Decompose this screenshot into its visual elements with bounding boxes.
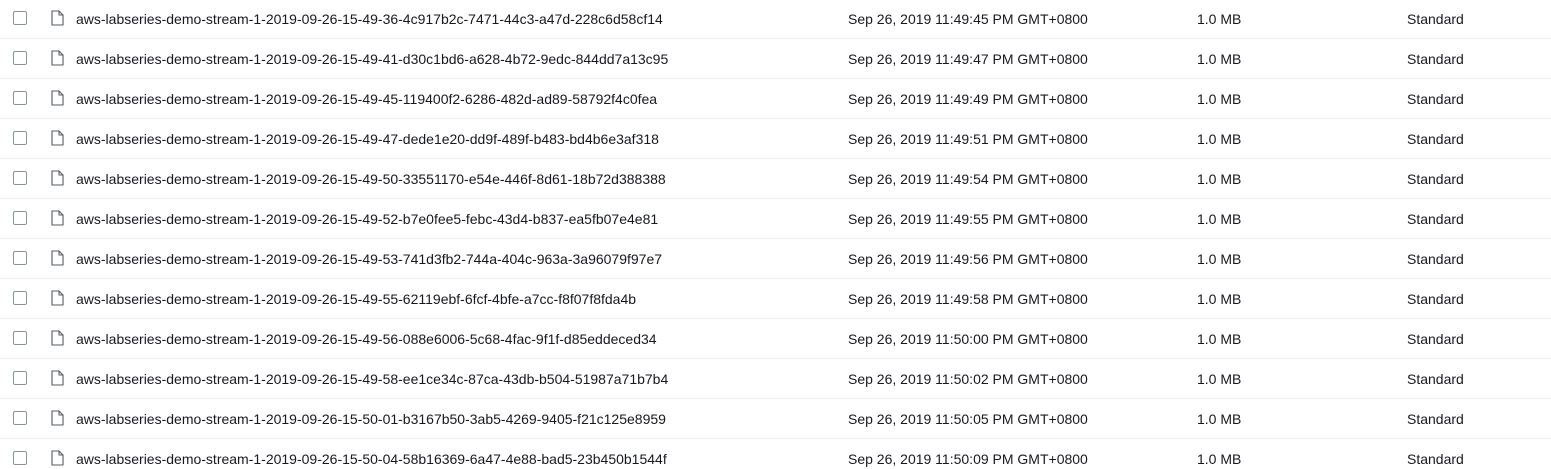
- row-select-checkbox[interactable]: [13, 331, 27, 345]
- row-select-checkbox[interactable]: [13, 171, 27, 185]
- object-name-link[interactable]: aws-labseries-demo-stream-1-2019-09-26-1…: [76, 399, 666, 438]
- storage-class-value: Standard: [1407, 371, 1464, 387]
- row-select-checkbox[interactable]: [13, 371, 27, 385]
- storage-class-value: Standard: [1407, 291, 1464, 307]
- size-value: 1.0 MB: [1197, 11, 1242, 27]
- storage-class-value: Standard: [1407, 171, 1464, 187]
- size-value: 1.0 MB: [1197, 411, 1242, 427]
- table-row[interactable]: aws-labseries-demo-stream-1-2019-09-26-1…: [0, 159, 1551, 199]
- size-value: 1.0 MB: [1197, 171, 1242, 187]
- size-value: 1.0 MB: [1197, 211, 1242, 227]
- last-modified-value: Sep 26, 2019 11:49:49 PM GMT+0800: [848, 91, 1088, 107]
- size-value: 1.0 MB: [1197, 51, 1242, 67]
- object-name-link[interactable]: aws-labseries-demo-stream-1-2019-09-26-1…: [76, 439, 667, 469]
- storage-class-value: Standard: [1407, 251, 1464, 267]
- file-icon: [51, 370, 64, 386]
- object-name-link[interactable]: aws-labseries-demo-stream-1-2019-09-26-1…: [76, 39, 668, 78]
- file-icon: [51, 210, 64, 226]
- last-modified-value: Sep 26, 2019 11:49:56 PM GMT+0800: [848, 251, 1088, 267]
- table-row[interactable]: aws-labseries-demo-stream-1-2019-09-26-1…: [0, 79, 1551, 119]
- storage-class-value: Standard: [1407, 451, 1464, 467]
- file-icon: [51, 290, 64, 306]
- last-modified-value: Sep 26, 2019 11:49:47 PM GMT+0800: [848, 51, 1088, 67]
- object-name-link[interactable]: aws-labseries-demo-stream-1-2019-09-26-1…: [76, 199, 658, 238]
- object-name-link[interactable]: aws-labseries-demo-stream-1-2019-09-26-1…: [76, 79, 657, 118]
- size-value: 1.0 MB: [1197, 291, 1242, 307]
- size-value: 1.0 MB: [1197, 131, 1242, 147]
- object-list-table: aws-labseries-demo-stream-1-2019-09-26-1…: [0, 0, 1551, 469]
- row-select-checkbox[interactable]: [13, 91, 27, 105]
- size-value: 1.0 MB: [1197, 451, 1242, 467]
- table-row[interactable]: aws-labseries-demo-stream-1-2019-09-26-1…: [0, 279, 1551, 319]
- object-name-link[interactable]: aws-labseries-demo-stream-1-2019-09-26-1…: [76, 279, 636, 318]
- storage-class-value: Standard: [1407, 211, 1464, 227]
- table-row[interactable]: aws-labseries-demo-stream-1-2019-09-26-1…: [0, 359, 1551, 399]
- last-modified-value: Sep 26, 2019 11:50:02 PM GMT+0800: [848, 371, 1088, 387]
- size-value: 1.0 MB: [1197, 331, 1242, 347]
- table-row[interactable]: aws-labseries-demo-stream-1-2019-09-26-1…: [0, 399, 1551, 439]
- row-select-checkbox[interactable]: [13, 11, 27, 25]
- file-icon: [51, 90, 64, 106]
- object-name-link[interactable]: aws-labseries-demo-stream-1-2019-09-26-1…: [76, 159, 666, 198]
- row-select-checkbox[interactable]: [13, 51, 27, 65]
- file-icon: [51, 410, 64, 426]
- row-select-checkbox[interactable]: [13, 411, 27, 425]
- table-row[interactable]: aws-labseries-demo-stream-1-2019-09-26-1…: [0, 319, 1551, 359]
- object-name-link[interactable]: aws-labseries-demo-stream-1-2019-09-26-1…: [76, 359, 668, 398]
- last-modified-value: Sep 26, 2019 11:50:09 PM GMT+0800: [848, 451, 1088, 467]
- row-select-checkbox[interactable]: [13, 291, 27, 305]
- last-modified-value: Sep 26, 2019 11:50:00 PM GMT+0800: [848, 331, 1088, 347]
- storage-class-value: Standard: [1407, 51, 1464, 67]
- file-icon: [51, 450, 64, 466]
- file-icon: [51, 250, 64, 266]
- table-row[interactable]: aws-labseries-demo-stream-1-2019-09-26-1…: [0, 0, 1551, 39]
- file-icon: [51, 50, 64, 66]
- last-modified-value: Sep 26, 2019 11:49:51 PM GMT+0800: [848, 131, 1088, 147]
- object-name-link[interactable]: aws-labseries-demo-stream-1-2019-09-26-1…: [76, 239, 662, 278]
- last-modified-value: Sep 26, 2019 11:49:58 PM GMT+0800: [848, 291, 1088, 307]
- storage-class-value: Standard: [1407, 411, 1464, 427]
- row-select-checkbox[interactable]: [13, 211, 27, 225]
- file-icon: [51, 10, 64, 26]
- row-select-checkbox[interactable]: [13, 251, 27, 265]
- table-row[interactable]: aws-labseries-demo-stream-1-2019-09-26-1…: [0, 39, 1551, 79]
- size-value: 1.0 MB: [1197, 91, 1242, 107]
- object-name-link[interactable]: aws-labseries-demo-stream-1-2019-09-26-1…: [76, 119, 659, 158]
- storage-class-value: Standard: [1407, 331, 1464, 347]
- storage-class-value: Standard: [1407, 131, 1464, 147]
- storage-class-value: Standard: [1407, 11, 1464, 27]
- row-select-checkbox[interactable]: [13, 131, 27, 145]
- row-select-checkbox[interactable]: [13, 451, 27, 465]
- table-row[interactable]: aws-labseries-demo-stream-1-2019-09-26-1…: [0, 439, 1551, 469]
- table-row[interactable]: aws-labseries-demo-stream-1-2019-09-26-1…: [0, 199, 1551, 239]
- storage-class-value: Standard: [1407, 91, 1464, 107]
- object-name-link[interactable]: aws-labseries-demo-stream-1-2019-09-26-1…: [76, 0, 663, 38]
- size-value: 1.0 MB: [1197, 371, 1242, 387]
- file-icon: [51, 330, 64, 346]
- last-modified-value: Sep 26, 2019 11:50:05 PM GMT+0800: [848, 411, 1088, 427]
- file-icon: [51, 170, 64, 186]
- file-icon: [51, 130, 64, 146]
- last-modified-value: Sep 26, 2019 11:49:55 PM GMT+0800: [848, 211, 1088, 227]
- last-modified-value: Sep 26, 2019 11:49:45 PM GMT+0800: [848, 11, 1088, 27]
- table-row[interactable]: aws-labseries-demo-stream-1-2019-09-26-1…: [0, 239, 1551, 279]
- table-row[interactable]: aws-labseries-demo-stream-1-2019-09-26-1…: [0, 119, 1551, 159]
- object-name-link[interactable]: aws-labseries-demo-stream-1-2019-09-26-1…: [76, 319, 657, 358]
- last-modified-value: Sep 26, 2019 11:49:54 PM GMT+0800: [848, 171, 1088, 187]
- size-value: 1.0 MB: [1197, 251, 1242, 267]
